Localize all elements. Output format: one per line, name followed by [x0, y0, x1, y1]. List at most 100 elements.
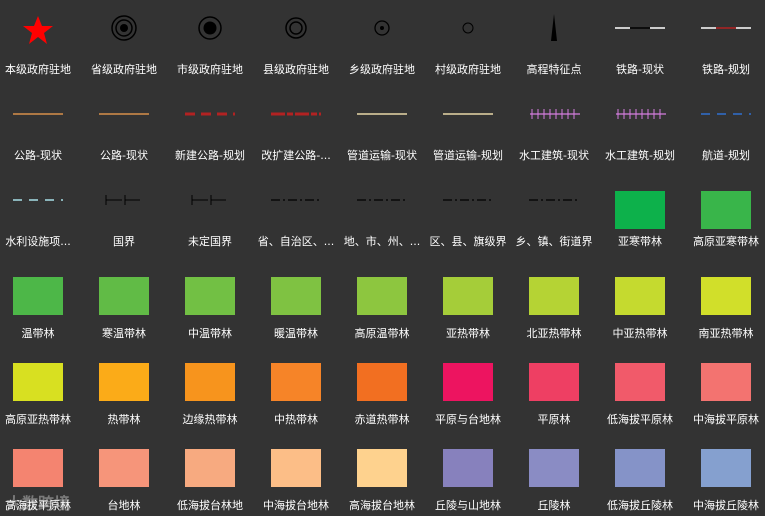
color-swatch	[81, 440, 167, 496]
legend-label: 省级政府驻地	[91, 63, 157, 76]
legend-item[interactable]: 中温带林	[167, 258, 253, 344]
legend-item[interactable]: 中亚热带林	[597, 258, 683, 344]
legend-item[interactable]: 地、市、州、...	[339, 172, 425, 258]
legend-item[interactable]: 中热带林	[253, 344, 339, 430]
color-swatch-fill	[357, 449, 407, 487]
legend-item[interactable]: 丘陵林	[511, 430, 597, 516]
color-swatch-fill	[13, 363, 63, 401]
color-swatch	[339, 268, 425, 324]
legend-item[interactable]: 边缘热带林	[167, 344, 253, 430]
legend-item[interactable]: 中海拔平原林	[683, 344, 765, 430]
legend-item[interactable]: 水工建筑-规划	[597, 86, 683, 172]
color-swatch-fill	[701, 277, 751, 315]
legend-item[interactable]: 本级政府驻地	[0, 0, 81, 86]
legend-label: 公路-现状	[14, 149, 62, 162]
legend-item[interactable]: 高程特征点	[511, 0, 597, 86]
color-swatch-fill	[701, 363, 751, 401]
legend-item[interactable]: 水利设施项...	[0, 172, 81, 258]
legend-item[interactable]: 县级政府驻地	[253, 0, 339, 86]
legend-label: 中海拔平原林	[693, 413, 759, 426]
legend-item[interactable]: 北亚热带林	[511, 258, 597, 344]
legend-item[interactable]: 乡、镇、街道界	[511, 172, 597, 258]
legend-item[interactable]: 丘陵与山地林	[425, 430, 511, 516]
legend-item[interactable]: 区、县、旗级界	[425, 172, 511, 258]
legend-item[interactable]: 市级政府驻地	[167, 0, 253, 86]
legend-item[interactable]: 平原与台地林	[425, 344, 511, 430]
color-swatch	[339, 354, 425, 410]
legend-item[interactable]: 铁路-规划	[683, 0, 765, 86]
color-swatch	[0, 354, 81, 410]
color-swatch	[511, 268, 597, 324]
color-swatch-fill	[443, 277, 493, 315]
color-swatch-fill	[615, 449, 665, 487]
legend-item[interactable]: 高海拔台地林	[339, 430, 425, 516]
legend-item[interactable]: 省级政府驻地	[81, 0, 167, 86]
legend-item[interactable]: 赤道热带林	[339, 344, 425, 430]
legend-label: 丘陵林	[537, 499, 571, 512]
dashed-line-icon	[683, 86, 765, 142]
legend-item[interactable]: 暖温带林	[253, 258, 339, 344]
color-swatch	[511, 440, 597, 496]
color-swatch	[597, 268, 683, 324]
legend-item[interactable]: 中海拔丘陵林	[683, 430, 765, 516]
legend-label: 边缘热带林	[182, 413, 238, 426]
color-swatch-fill	[529, 277, 579, 315]
small-circle-icon	[425, 0, 511, 56]
hatched-line-icon	[511, 86, 597, 142]
color-swatch-fill	[529, 449, 579, 487]
legend-label: 管道运输-规划	[433, 149, 503, 162]
legend-item[interactable]: 公路-现状	[0, 86, 81, 172]
legend-item[interactable]: 中海拔台地林	[253, 430, 339, 516]
watermark: 大数跨境	[6, 494, 71, 513]
color-swatch	[253, 354, 339, 410]
legend-item[interactable]: 温带林	[0, 258, 81, 344]
color-swatch	[597, 440, 683, 496]
legend-item[interactable]: 省、自治区、...	[253, 172, 339, 258]
legend-item[interactable]: 航道-规划	[683, 86, 765, 172]
legend-label: 高原亚寒带林	[693, 235, 759, 248]
legend-item[interactable]: 热带林	[81, 344, 167, 430]
legend-item[interactable]: 公路-现状	[81, 86, 167, 172]
legend-item[interactable]: 低海拔平原林	[597, 344, 683, 430]
color-swatch-fill	[271, 277, 321, 315]
legend-label: 市级政府驻地	[177, 63, 243, 76]
legend-item[interactable]: 高原亚寒带林	[683, 172, 765, 258]
legend-item[interactable]: 寒温带林	[81, 258, 167, 344]
legend-label: 低海拔台林地	[177, 499, 243, 512]
legend-item[interactable]: 管道运输-现状	[339, 86, 425, 172]
legend-item[interactable]: 新建公路-规划	[167, 86, 253, 172]
legend-label: 本级政府驻地	[5, 63, 71, 76]
legend-item[interactable]: 台地林	[81, 430, 167, 516]
legend-item[interactable]: 亚寒带林	[597, 172, 683, 258]
legend-label: 丘陵与山地林	[435, 499, 501, 512]
legend-label: 赤道热带林	[354, 413, 410, 426]
color-swatch	[167, 354, 253, 410]
legend-item[interactable]: 未定国界	[167, 172, 253, 258]
legend-item[interactable]: 亚热带林	[425, 258, 511, 344]
legend-item[interactable]: 南亚热带林	[683, 258, 765, 344]
legend-item[interactable]: 高原亚热带林	[0, 344, 81, 430]
border-line-icon	[167, 172, 253, 228]
color-swatch	[81, 354, 167, 410]
color-swatch-fill	[99, 449, 149, 487]
color-swatch-fill	[185, 449, 235, 487]
color-swatch	[0, 440, 81, 496]
legend-label: 低海拔平原林	[607, 413, 673, 426]
legend-item[interactable]: 低海拔丘陵林	[597, 430, 683, 516]
legend-item[interactable]: 管道运输-规划	[425, 86, 511, 172]
legend-label: 温带林	[21, 327, 55, 340]
color-swatch	[167, 440, 253, 496]
legend-item[interactable]: 村级政府驻地	[425, 0, 511, 86]
legend-item[interactable]: 乡级政府驻地	[339, 0, 425, 86]
color-swatch	[81, 268, 167, 324]
color-swatch-fill	[443, 363, 493, 401]
legend-item[interactable]: 平原林	[511, 344, 597, 430]
legend-item[interactable]: 低海拔台林地	[167, 430, 253, 516]
legend-item[interactable]: 铁路-现状	[597, 0, 683, 86]
color-swatch	[597, 182, 683, 238]
legend-item[interactable]: 国界	[81, 172, 167, 258]
legend-item[interactable]: 高原温带林	[339, 258, 425, 344]
legend-item[interactable]: 水工建筑-现状	[511, 86, 597, 172]
legend-item[interactable]: 改扩建公路-...	[253, 86, 339, 172]
color-swatch-fill	[701, 191, 751, 229]
